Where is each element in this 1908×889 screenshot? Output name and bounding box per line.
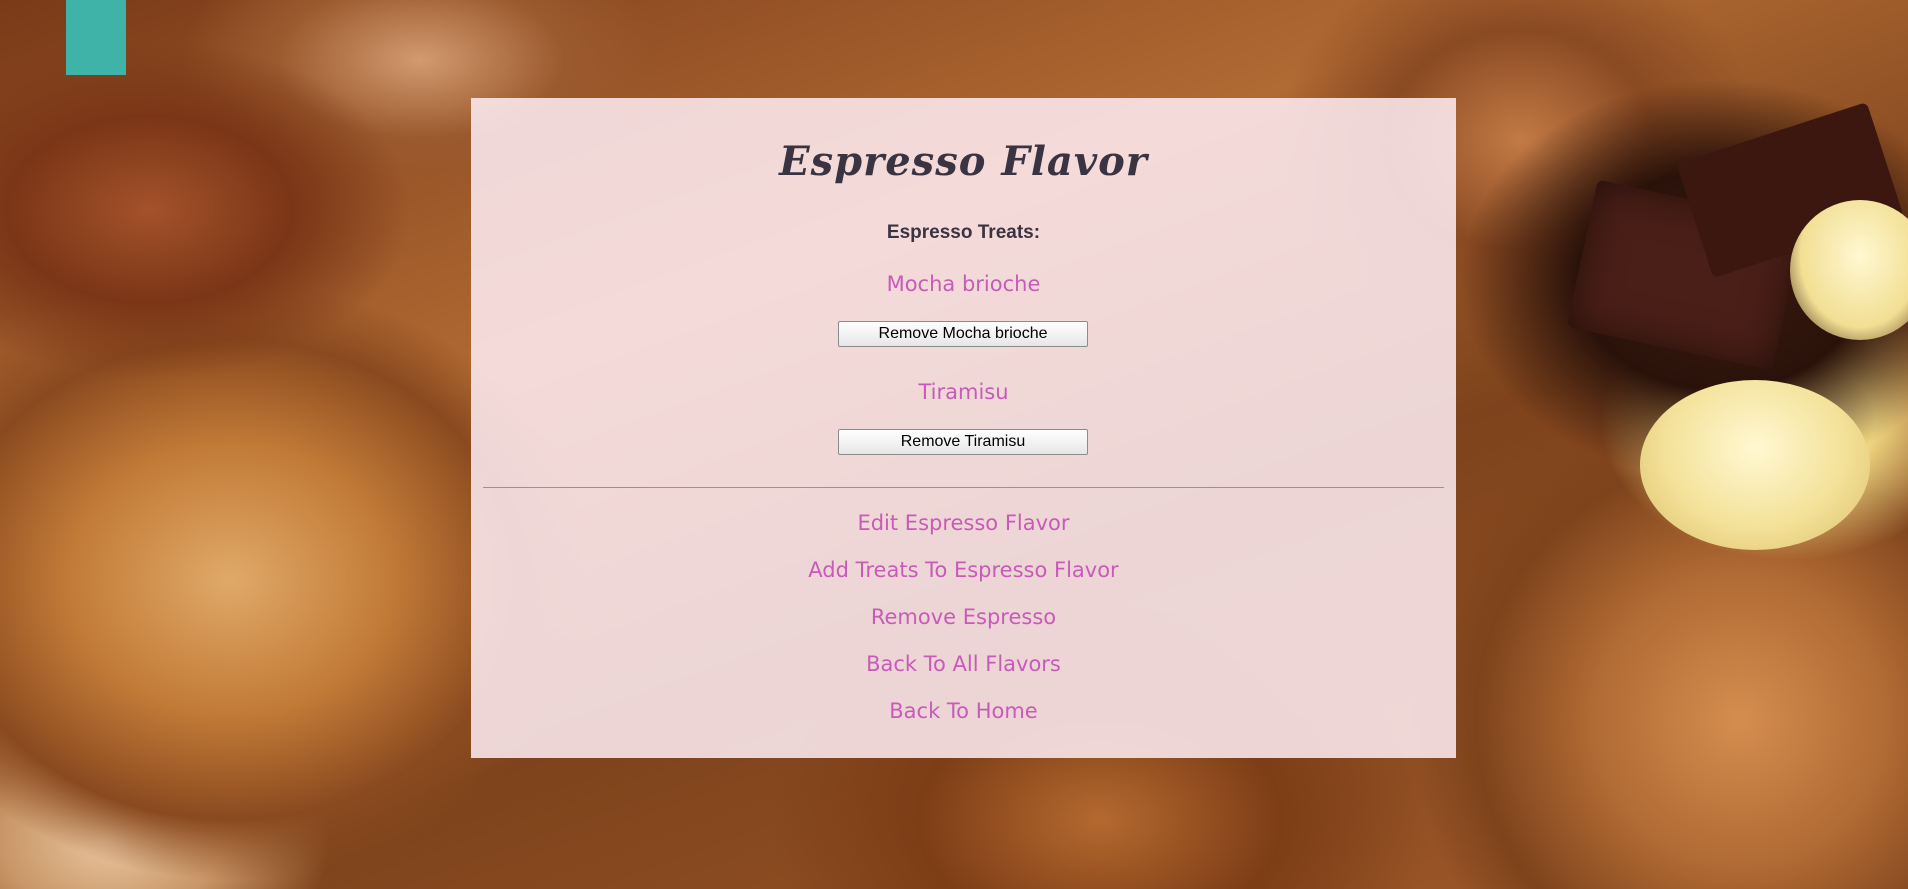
edit-flavor-link[interactable]: Edit Espresso Flavor	[471, 511, 1456, 535]
back-to-home-link[interactable]: Back To Home	[471, 699, 1456, 723]
page-title: Espresso Flavor	[779, 138, 1148, 185]
remove-mocha-brioche-button[interactable]: Remove Mocha brioche	[838, 321, 1088, 347]
flavor-card: Espresso Flavor Espresso Treats: Mocha b…	[471, 98, 1456, 758]
remove-tiramisu-button[interactable]: Remove Tiramisu	[838, 429, 1088, 455]
treat-link-tiramisu[interactable]: Tiramisu	[471, 380, 1456, 404]
treats-heading: Espresso Treats:	[886, 222, 1041, 243]
background-decoration	[66, 0, 126, 75]
background-decoration	[1640, 380, 1870, 550]
treat-link-mocha-brioche[interactable]: Mocha brioche	[471, 272, 1456, 296]
remove-flavor-link[interactable]: Remove Espresso	[471, 605, 1456, 629]
add-treats-link[interactable]: Add Treats To Espresso Flavor	[471, 558, 1456, 582]
back-to-flavors-link[interactable]: Back To All Flavors	[471, 652, 1456, 676]
section-divider	[483, 487, 1444, 488]
